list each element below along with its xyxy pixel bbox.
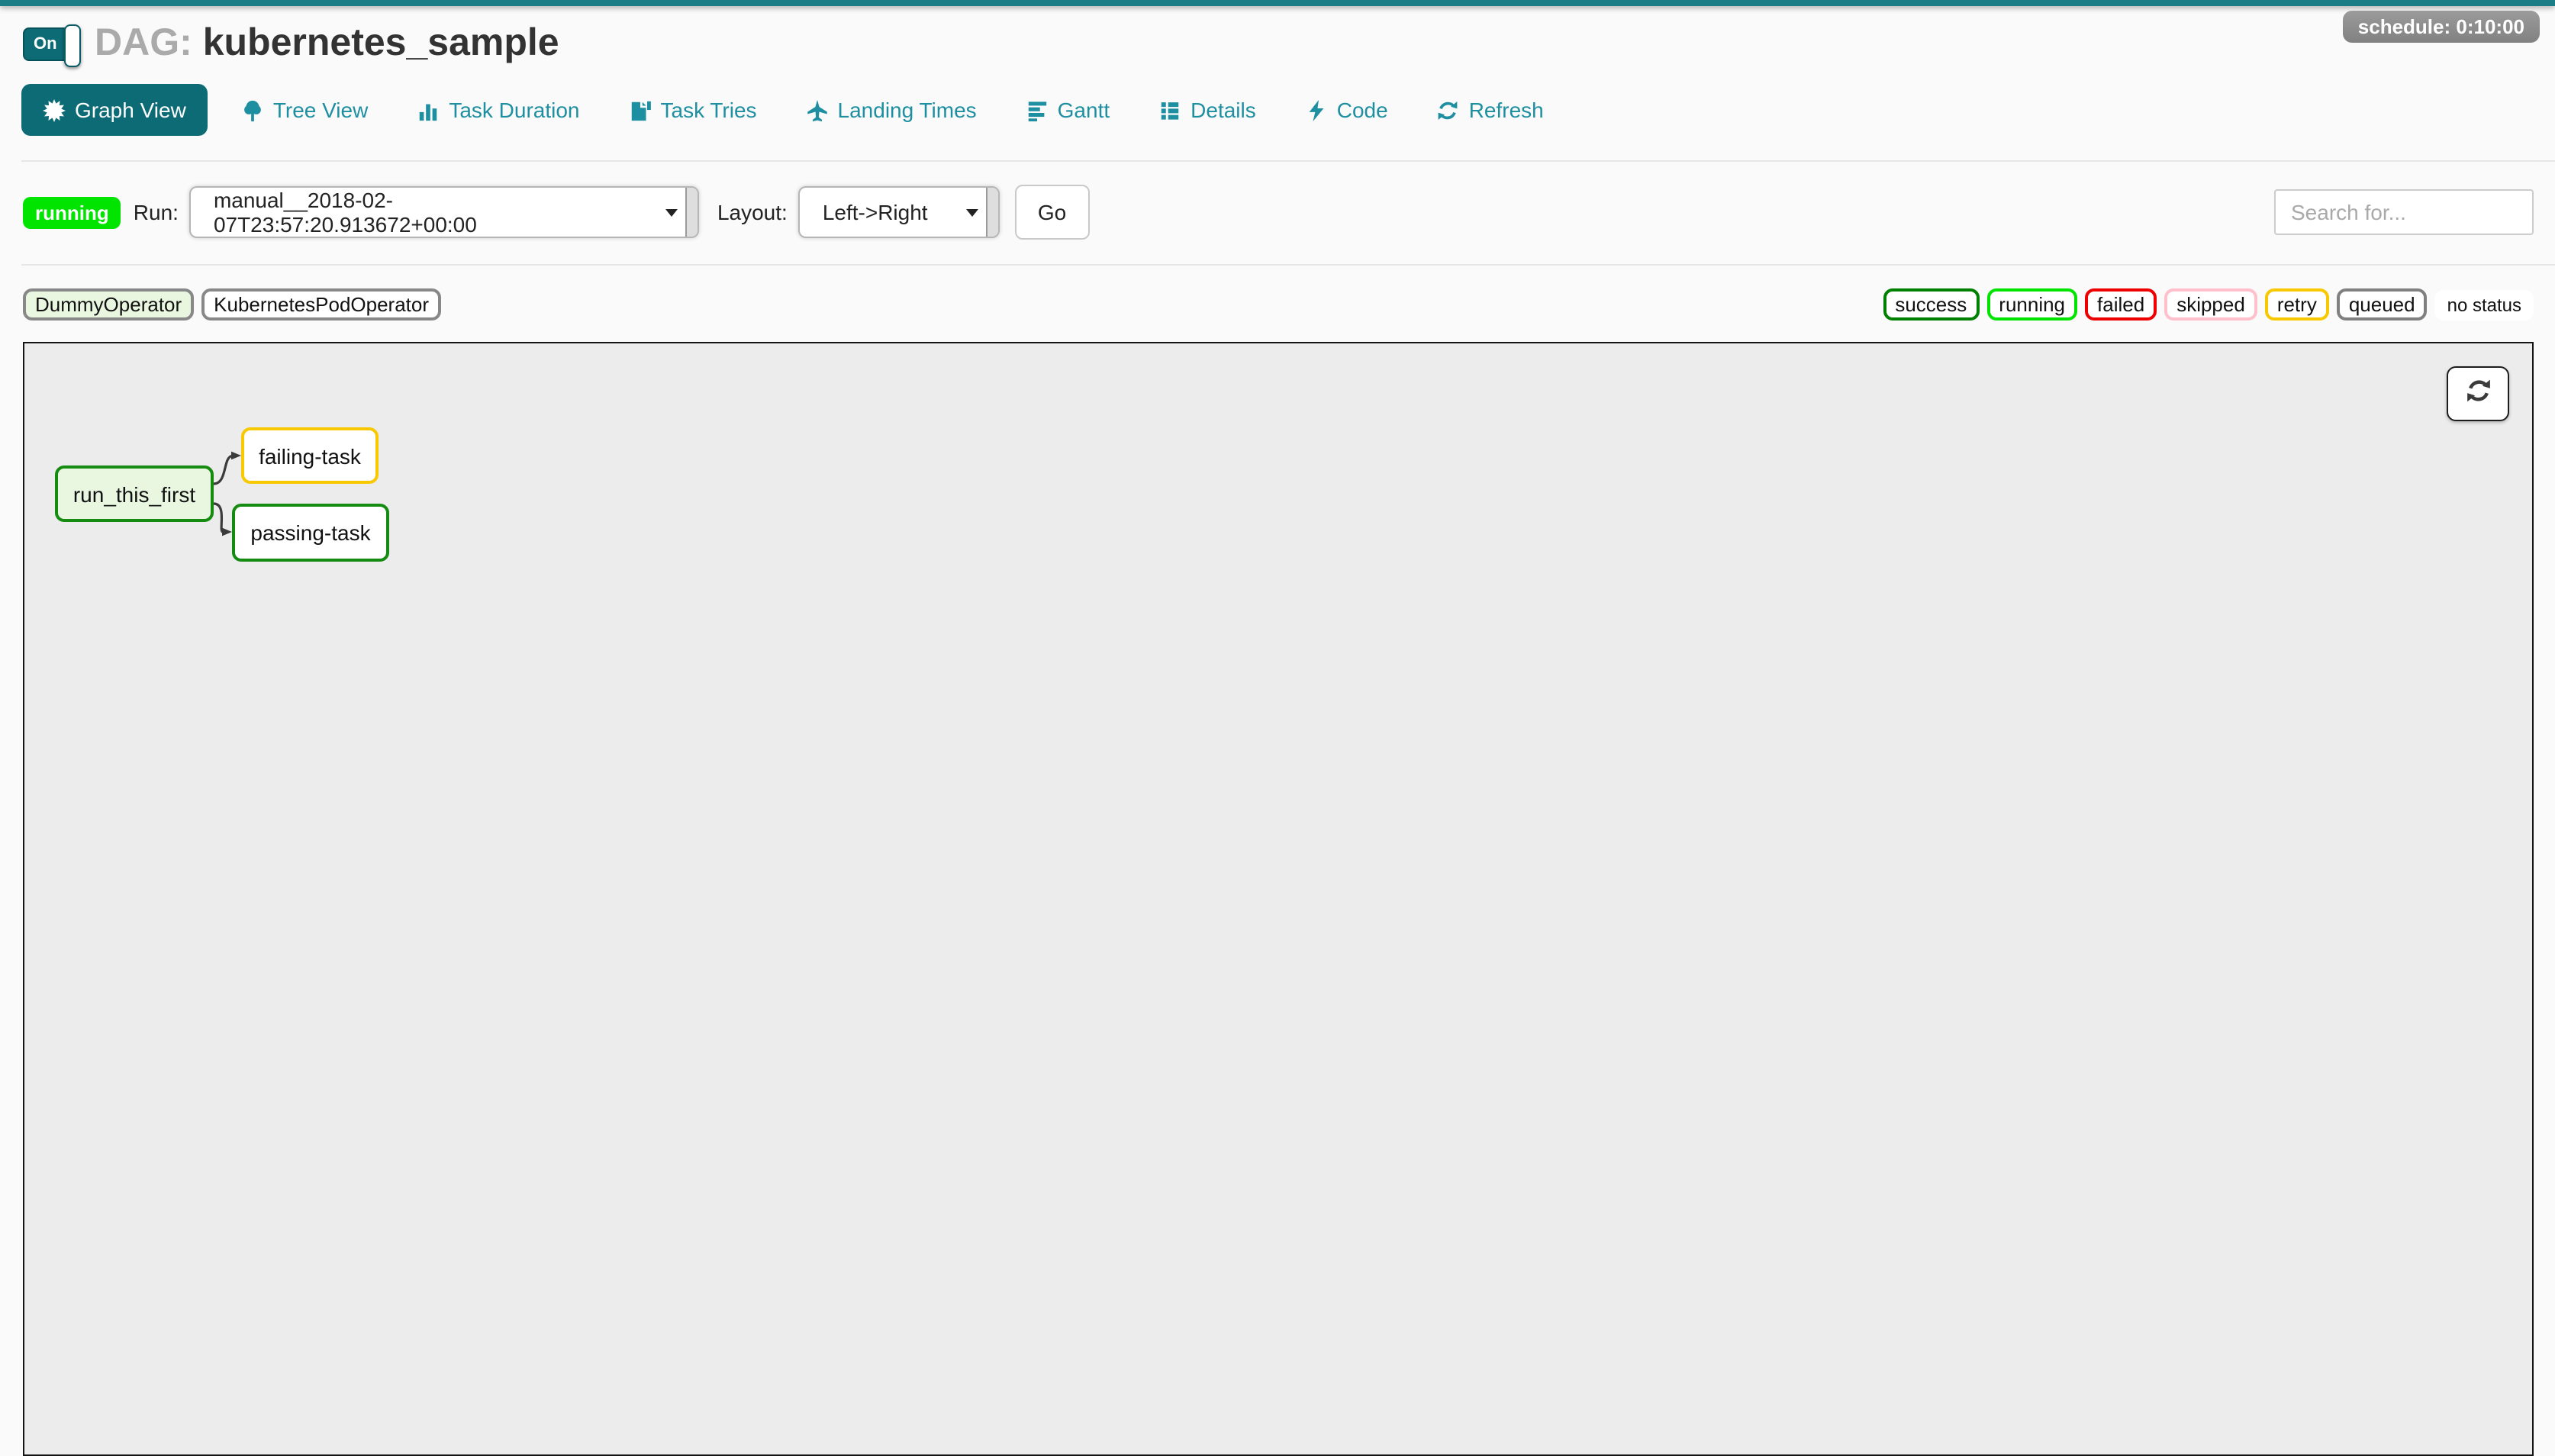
tab-task-tries[interactable]: Task Tries: [629, 98, 757, 122]
chevron-down-icon: [665, 209, 678, 217]
tab-landing-times[interactable]: Landing Times: [806, 98, 977, 122]
top-navbar-strip: [0, 0, 2555, 6]
run-label: Run:: [134, 200, 179, 224]
status-badge-retry: retry: [2265, 288, 2329, 321]
status-badge-running: running: [1986, 288, 2077, 321]
task-node-passing-task[interactable]: passing-task: [232, 504, 389, 562]
arrowhead-icon: [222, 528, 232, 536]
tab-label: Task Duration: [449, 98, 579, 122]
layout-label: Layout:: [717, 200, 788, 224]
refresh-icon: [2464, 376, 2492, 411]
tab-tree-view[interactable]: Tree View: [241, 98, 369, 122]
gantt-icon: [1026, 98, 1049, 121]
tab-label: Graph View: [75, 98, 186, 122]
status-badge-queued: queued: [2337, 288, 2428, 321]
tree-view-icon: [241, 98, 264, 121]
status-badge-failed: failed: [2085, 288, 2157, 321]
schedule-badge: schedule: 0:10:00: [2343, 11, 2540, 43]
search-input[interactable]: [2274, 189, 2534, 235]
graph-view-icon: [43, 98, 66, 121]
go-button[interactable]: Go: [1015, 185, 1089, 240]
tab-gantt[interactable]: Gantt: [1026, 98, 1110, 122]
tab-label: Task Tries: [661, 98, 757, 122]
tab-label: Tree View: [273, 98, 369, 122]
divider: [21, 160, 2555, 162]
tab-details[interactable]: Details: [1158, 98, 1256, 122]
status-badge-success: success: [1883, 288, 1979, 321]
dag-graph-canvas[interactable]: run_this_first failing-task passing-task: [23, 342, 2534, 1456]
status-badge-no-status: no status: [2435, 289, 2534, 320]
task-tries-icon: [629, 98, 652, 121]
select-scrollbar: [986, 188, 998, 237]
dag-on-off-toggle[interactable]: On: [23, 27, 79, 60]
operator-badge-kubernetespodoperator: KubernetesPodOperator: [201, 288, 441, 321]
edge-run_this_first-failing-task: [214, 456, 232, 484]
operator-legend: DummyOperatorKubernetesPodOperator: [23, 288, 441, 321]
code-icon: [1305, 98, 1328, 121]
dag-edges: [24, 343, 2532, 1453]
dag-name: kubernetes_sample: [203, 21, 559, 64]
tab-code[interactable]: Code: [1305, 98, 1388, 122]
run-select[interactable]: manual__2018-02-07T23:57:20.913672+00:00: [189, 186, 699, 238]
edge-run_this_first-passing-task: [214, 504, 223, 532]
run-controls: running Run: manual__2018-02-07T23:57:20…: [23, 185, 2534, 240]
view-tabs: Graph View Tree View Task Duration Task Tri…: [21, 84, 2555, 136]
layout-select-value: Left->Right: [823, 200, 928, 224]
dag-header: On DAG: kubernetes_sample schedule: 0:10…: [0, 6, 2555, 66]
details-icon: [1158, 98, 1181, 121]
tab-task-duration[interactable]: Task Duration: [417, 98, 579, 122]
tab-label: Details: [1191, 98, 1256, 122]
run-select-value: manual__2018-02-07T23:57:20.913672+00:00: [214, 188, 655, 237]
operator-badge-dummyoperator: DummyOperator: [23, 288, 194, 321]
divider: [21, 264, 2555, 266]
legend-row: DummyOperatorKubernetesPodOperator succe…: [23, 288, 2534, 321]
tab-refresh[interactable]: Refresh: [1437, 98, 1544, 122]
refresh-icon: [1437, 98, 1460, 121]
layout-select[interactable]: Left->Right: [798, 186, 1000, 238]
task-node-failing-task[interactable]: failing-task: [241, 427, 379, 484]
page-title: DAG: kubernetes_sample: [95, 21, 559, 66]
status-badge-skipped: skipped: [2164, 288, 2257, 321]
chevron-down-icon: [966, 209, 978, 217]
tab-label: Code: [1337, 98, 1388, 122]
tab-label: Gantt: [1058, 98, 1110, 122]
toggle-knob[interactable]: [64, 24, 81, 66]
landing-times-icon: [806, 98, 829, 121]
tab-label: Refresh: [1469, 98, 1544, 122]
toggle-on-label: On: [34, 34, 57, 53]
tab-label: Landing Times: [838, 98, 977, 122]
task-node-run_this_first[interactable]: run_this_first: [55, 465, 214, 522]
dag-prefix-label: DAG:: [95, 21, 192, 64]
select-scrollbar: [685, 188, 698, 237]
arrowhead-icon: [231, 452, 241, 460]
task-duration-icon: [417, 98, 440, 121]
status-legend: successrunningfailedskippedretryqueuedno…: [1883, 288, 2534, 321]
dag-run-status-badge: running: [23, 196, 121, 228]
graph-refresh-button[interactable]: [2447, 366, 2509, 421]
tab-graph-view[interactable]: Graph View: [21, 84, 208, 136]
